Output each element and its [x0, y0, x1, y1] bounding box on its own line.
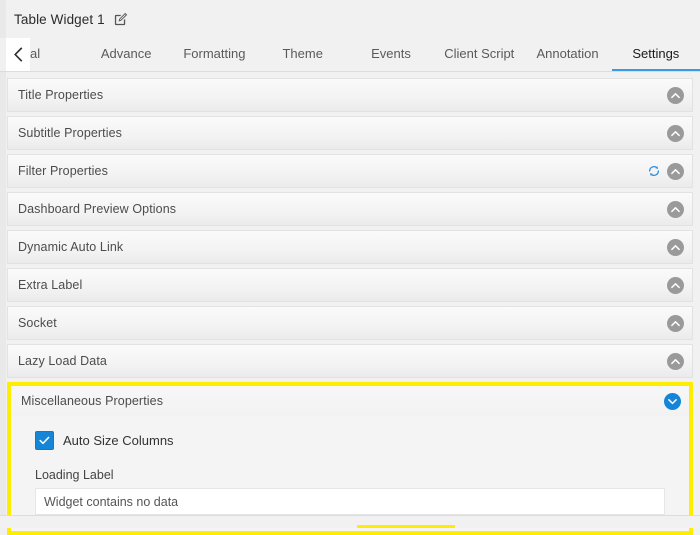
tab-list: al Advance Formatting Theme Events Clien…: [0, 38, 700, 71]
panel-actions: [664, 392, 681, 410]
panel-title-label: Filter Properties: [18, 164, 108, 178]
auto-size-columns-row[interactable]: Auto Size Columns: [35, 431, 677, 450]
panel-actions: [667, 124, 684, 142]
loading-label-input[interactable]: [35, 488, 665, 515]
panel-extra-label: Extra Label: [7, 268, 693, 302]
panel-title-label: Socket: [18, 316, 57, 330]
tab-advance[interactable]: Advance: [82, 38, 170, 71]
chevron-up-icon[interactable]: [667, 200, 684, 218]
tab-events[interactable]: Events: [347, 38, 435, 71]
panel-title-label: Subtitle Properties: [18, 126, 123, 140]
panel-actions: [667, 276, 684, 294]
panel-actions: [667, 86, 684, 104]
chevron-up-icon[interactable]: [667, 86, 684, 104]
panel-header[interactable]: Dashboard Preview Options: [8, 193, 692, 225]
panel-miscellaneous-properties: Miscellaneous Properties Auto Size Colum…: [7, 382, 693, 535]
panel-title-label: Dynamic Auto Link: [18, 240, 124, 254]
panel-header[interactable]: Extra Label: [8, 269, 692, 301]
panel-header[interactable]: Dynamic Auto Link: [8, 231, 692, 263]
panel-dashboard-preview-options: Dashboard Preview Options: [7, 192, 693, 226]
auto-size-columns-label: Auto Size Columns: [63, 433, 174, 448]
widget-settings-panel: Table Widget 1 al Advance Formatting The…: [0, 0, 700, 535]
tab-label: Theme: [282, 46, 323, 61]
loading-label-label: Loading Label: [35, 468, 114, 482]
panel-actions: [667, 238, 684, 256]
tab-label: Settings: [632, 46, 680, 61]
panel-actions: [647, 162, 684, 180]
panel-title-label: Lazy Load Data: [18, 354, 107, 368]
left-edge-strip: [0, 0, 6, 516]
tab-label: al: [30, 46, 41, 61]
tab-theme[interactable]: Theme: [259, 38, 347, 71]
chevron-left-icon[interactable]: [6, 38, 30, 71]
panel-header[interactable]: Socket: [8, 307, 692, 339]
page-title: Table Widget 1: [14, 11, 105, 27]
panel-dynamic-auto-link: Dynamic Auto Link: [7, 230, 693, 264]
panel-title-label: Extra Label: [18, 278, 83, 292]
panel-title-label: Dashboard Preview Options: [18, 202, 177, 216]
panel-header[interactable]: Subtitle Properties: [8, 117, 692, 149]
panel-header[interactable]: Title Properties: [8, 79, 692, 111]
chevron-up-icon[interactable]: [667, 352, 684, 370]
widget-header: Table Widget 1: [0, 0, 700, 38]
tab-label: Events: [371, 46, 411, 61]
settings-accordion-list: Title Properties Subtitle Properties Fil…: [0, 72, 700, 535]
bottom-strip: [0, 515, 700, 528]
panel-title-label: Miscellaneous Properties: [21, 394, 164, 408]
panel-title-label: Title Properties: [18, 88, 104, 102]
panel-header[interactable]: Filter Properties: [8, 155, 692, 187]
panel-title-properties: Title Properties: [7, 78, 693, 112]
chevron-down-icon[interactable]: [664, 392, 681, 410]
panel-actions: [667, 352, 684, 370]
tab-settings[interactable]: Settings: [611, 38, 700, 71]
edit-pencil-icon[interactable]: [113, 12, 128, 27]
tab-label: Client Script: [444, 46, 515, 61]
tab-label: Advance: [100, 46, 152, 61]
panel-actions: [667, 314, 684, 332]
panel-socket: Socket: [7, 306, 693, 340]
panel-subtitle-properties: Subtitle Properties: [7, 116, 693, 150]
chevron-up-icon[interactable]: [667, 314, 684, 332]
tab-bar: al Advance Formatting Theme Events Clien…: [0, 38, 700, 72]
panel-body: Auto Size Columns Loading Label: [11, 416, 689, 531]
tab-formatting[interactable]: Formatting: [170, 38, 258, 71]
tab-label: Annotation: [536, 46, 599, 61]
chevron-up-icon[interactable]: [667, 238, 684, 256]
tab-client-script[interactable]: Client Script: [435, 38, 523, 71]
panel-filter-properties: Filter Properties: [7, 154, 693, 188]
chevron-up-icon[interactable]: [667, 162, 684, 180]
panel-header[interactable]: Miscellaneous Properties: [11, 386, 689, 416]
chevron-up-icon[interactable]: [667, 276, 684, 294]
auto-size-columns-checkbox[interactable]: [35, 431, 54, 450]
panel-lazy-load-data: Lazy Load Data: [7, 344, 693, 378]
panel-actions: [667, 200, 684, 218]
tab-label: Formatting: [183, 46, 246, 61]
refresh-sync-icon[interactable]: [647, 164, 661, 178]
panel-header[interactable]: Lazy Load Data: [8, 345, 692, 377]
tab-annotation[interactable]: Annotation: [523, 38, 611, 71]
chevron-up-icon[interactable]: [667, 124, 684, 142]
